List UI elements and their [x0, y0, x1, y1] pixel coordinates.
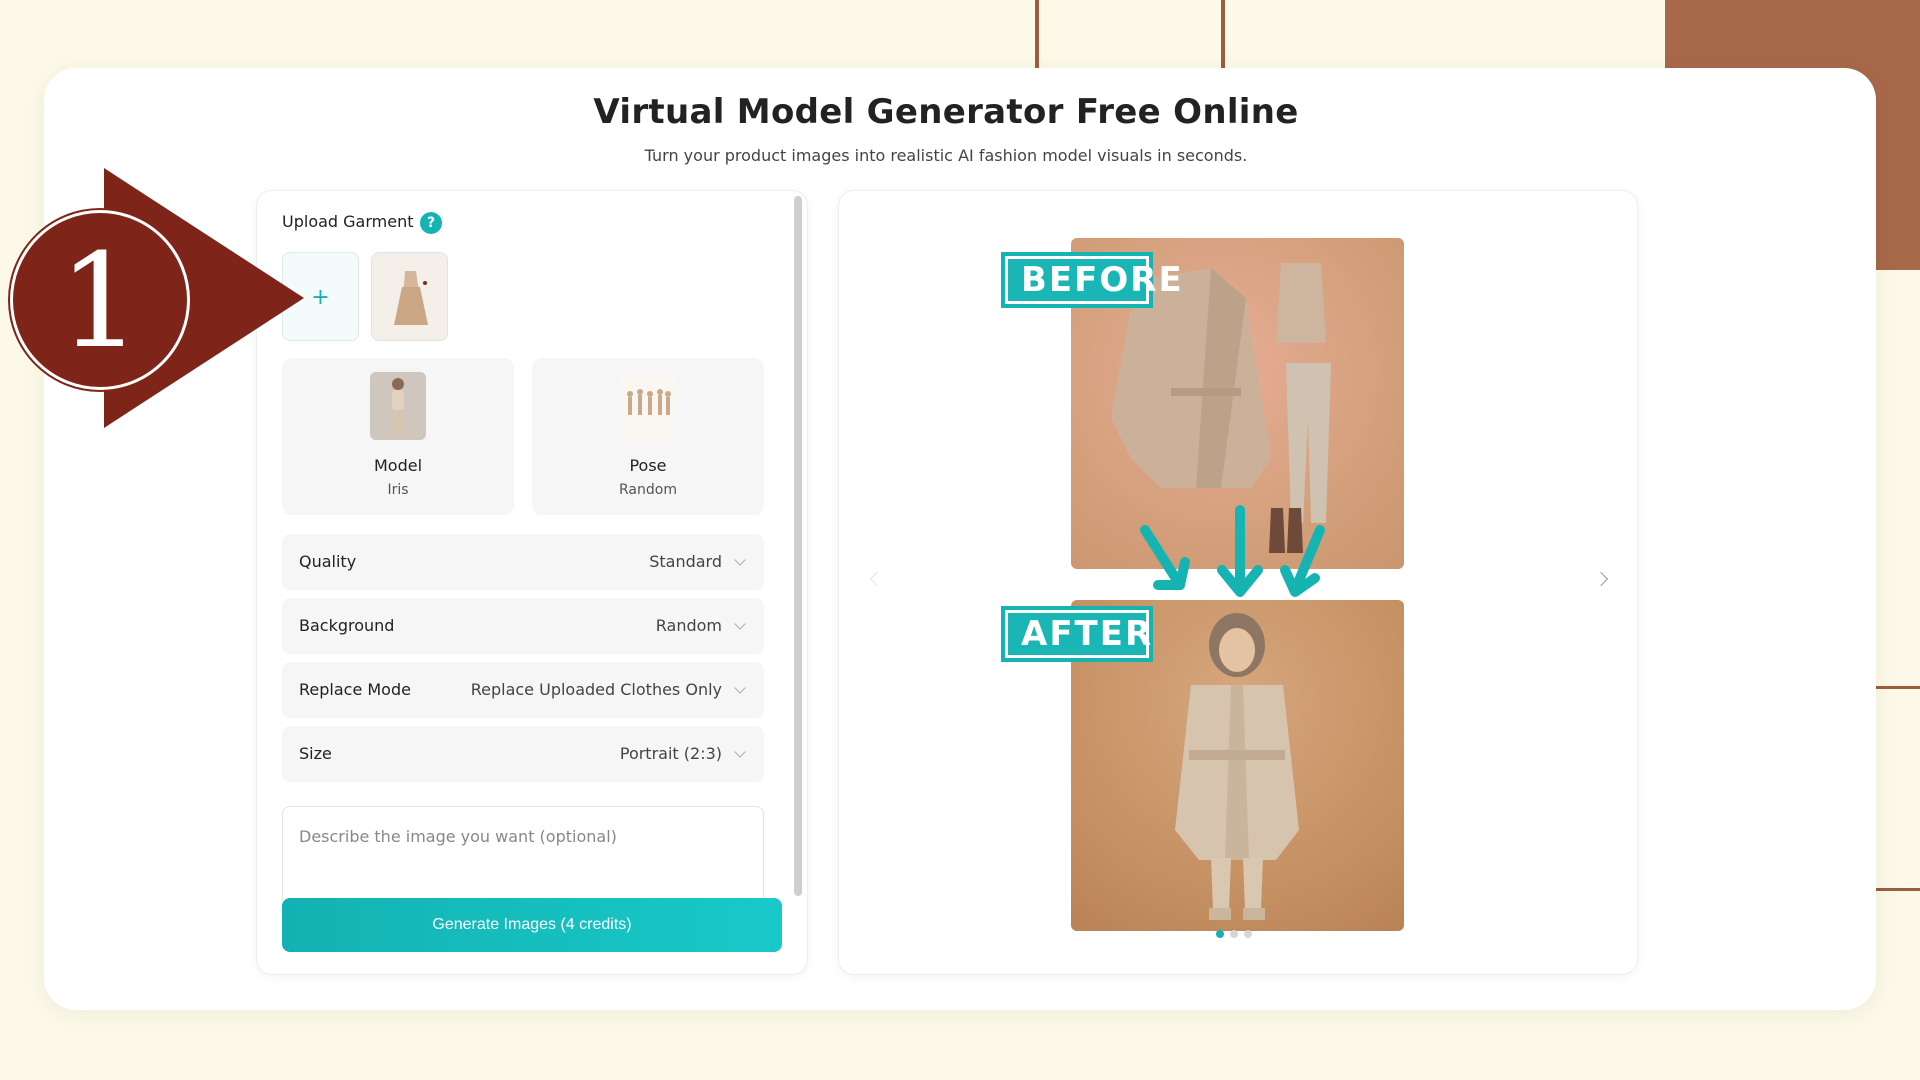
pose-selector[interactable]: Pose Random [532, 358, 764, 515]
model-title: Model [373, 456, 423, 475]
replace-mode-select[interactable]: Replace Mode Replace Uploaded Clothes On… [282, 662, 764, 718]
generate-images-button[interactable]: Generate Images (4 credits) [282, 898, 782, 952]
model-selector[interactable]: Model Iris [282, 358, 514, 515]
size-select[interactable]: Size Portrait (2:3) [282, 726, 764, 782]
chevron-down-icon [734, 554, 746, 566]
pose-value: Random [619, 482, 677, 498]
background-label: Background [299, 616, 395, 635]
page-title: Virtual Model Generator Free Online [593, 92, 1299, 132]
quality-value: Standard [649, 552, 722, 571]
model-value: Iris [387, 482, 409, 498]
settings-scrollbar[interactable] [794, 196, 802, 896]
decor-line [1876, 686, 1920, 689]
transform-arrows-icon [1140, 505, 1325, 597]
chevron-down-icon [734, 682, 746, 694]
size-label: Size [299, 744, 332, 763]
decor-line [1876, 888, 1920, 891]
size-value: Portrait (2:3) [619, 744, 722, 763]
carousel-dot[interactable] [1244, 930, 1252, 938]
background-value: Random [655, 616, 722, 635]
model-thumbnail [370, 372, 426, 440]
carousel-dot[interactable] [1216, 930, 1224, 938]
carousel-dots [1216, 930, 1252, 938]
prompt-placeholder: Describe the image you want (optional) [299, 827, 617, 846]
chevron-down-icon [734, 746, 746, 758]
replace-mode-value: Replace Uploaded Clothes Only [470, 680, 722, 699]
pose-title: Pose [629, 456, 667, 475]
garment-thumbnail[interactable] [371, 252, 448, 341]
decor-line [1221, 0, 1225, 68]
chevron-down-icon [734, 618, 746, 630]
page-subtitle: Turn your product images into realistic … [644, 146, 1248, 165]
quality-label: Quality [299, 552, 357, 571]
decor-line [1035, 0, 1039, 68]
after-stamp: AFTER [1001, 606, 1153, 662]
help-icon[interactable]: ? [420, 212, 442, 234]
background-select[interactable]: Background Random [282, 598, 764, 654]
carousel-dot[interactable] [1230, 930, 1238, 938]
prompt-input[interactable]: Describe the image you want (optional) [282, 806, 764, 906]
dress-image [372, 253, 447, 340]
before-stamp: BEFORE [1001, 252, 1182, 308]
quality-select[interactable]: Quality Standard [282, 534, 764, 590]
callout-number: 1 [10, 210, 190, 390]
replace-mode-label: Replace Mode [299, 680, 411, 699]
pose-thumbnail [620, 372, 676, 440]
